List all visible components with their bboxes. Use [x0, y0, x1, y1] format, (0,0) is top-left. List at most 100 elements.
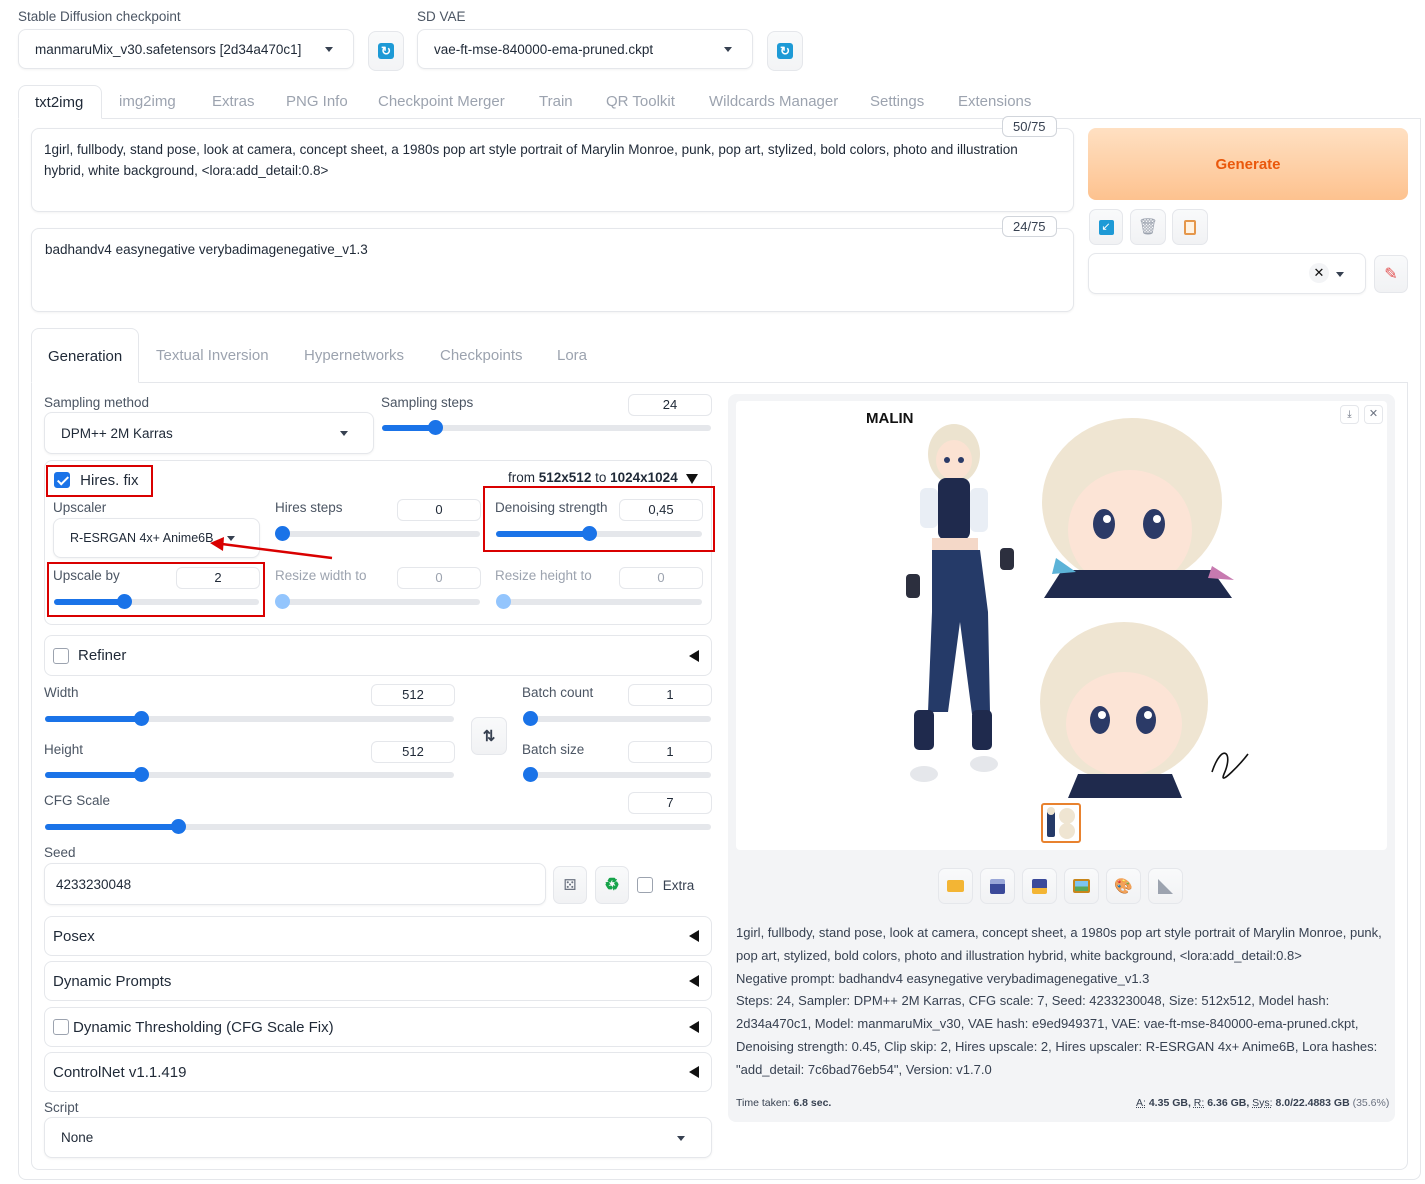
- dynamic-prompts-label: Dynamic Prompts: [53, 972, 172, 990]
- tab-extensions[interactable]: Extensions: [958, 93, 1031, 110]
- hires-steps-label: Hires steps: [275, 500, 343, 515]
- dynamic-prompts-accordion[interactable]: Dynamic Prompts: [44, 961, 712, 1001]
- cfg-scale-slider[interactable]: [45, 819, 711, 834]
- height-slider[interactable]: [45, 767, 454, 782]
- resize-width-input[interactable]: 0: [397, 567, 481, 589]
- read-params-button[interactable]: ↙: [1089, 209, 1123, 245]
- slider-thumb[interactable]: [427, 420, 443, 435]
- resize-width-slider[interactable]: [275, 594, 480, 609]
- reuse-seed-button[interactable]: ♻: [595, 866, 629, 904]
- hires-steps-input[interactable]: 0: [397, 499, 481, 521]
- palette-icon: 🎨: [1114, 878, 1133, 895]
- resize-width-label: Resize width to: [275, 568, 367, 583]
- batch-size-input[interactable]: 1: [628, 741, 712, 763]
- styles-dropdown[interactable]: ✕: [1088, 253, 1366, 294]
- checkpoint-label: Stable Diffusion checkpoint: [18, 9, 181, 24]
- cfg-scale-label: CFG Scale: [44, 793, 111, 808]
- sampling-method-dropdown[interactable]: DPM++ 2M Karras: [44, 412, 374, 454]
- slider-thumb[interactable]: [523, 767, 538, 782]
- seed-label: Seed: [44, 845, 76, 860]
- seed-value: 4233230048: [56, 876, 132, 892]
- random-seed-button[interactable]: ⚄: [553, 866, 587, 904]
- batch-count-slider[interactable]: [523, 711, 711, 726]
- subtab-lora[interactable]: Lora: [557, 347, 587, 364]
- tab-img2img[interactable]: img2img: [119, 93, 176, 110]
- slider-thumb[interactable]: [496, 594, 511, 609]
- time-taken-label: Time taken:: [736, 1097, 791, 1109]
- sampling-steps-input[interactable]: 24: [628, 394, 712, 416]
- tab-png-info[interactable]: PNG Info: [286, 93, 348, 110]
- width-input[interactable]: 512: [371, 684, 455, 706]
- seed-input[interactable]: 4233230048: [44, 863, 546, 905]
- extra-seed-checkbox[interactable]: Extra: [637, 877, 694, 894]
- zip-button[interactable]: [1022, 868, 1057, 904]
- subtab-checkpoints[interactable]: Checkpoints: [440, 347, 523, 364]
- edit-styles-button[interactable]: ✎: [1374, 255, 1408, 293]
- posex-accordion[interactable]: Posex: [44, 916, 712, 956]
- close-icon[interactable]: ✕: [1364, 405, 1383, 424]
- script-label: Script: [44, 1100, 79, 1115]
- chevron-down-icon: [1336, 271, 1344, 277]
- batch-size-label: Batch size: [522, 742, 585, 757]
- dynamic-thresholding-accordion[interactable]: Dynamic Thresholding (CFG Scale Fix): [44, 1007, 712, 1047]
- dynamic-thresholding-checkbox[interactable]: [53, 1019, 69, 1035]
- clear-prompt-button[interactable]: 🗑: [1130, 209, 1166, 245]
- expand-triangle-icon: [689, 1021, 699, 1033]
- cfg-scale-input[interactable]: 7: [628, 792, 712, 814]
- tab-txt2img[interactable]: txt2img: [18, 85, 102, 119]
- slider-thumb[interactable]: [275, 594, 290, 609]
- subtab-hypernetworks[interactable]: Hypernetworks: [304, 347, 404, 364]
- resize-height-slider[interactable]: [496, 594, 702, 609]
- height-input[interactable]: 512: [371, 741, 455, 763]
- arrow-diagonal-icon: ↙: [1098, 219, 1114, 235]
- clear-icon[interactable]: ✕: [1309, 263, 1329, 283]
- width-slider[interactable]: [45, 711, 454, 726]
- send-to-extras-button[interactable]: [1148, 868, 1183, 904]
- generate-button[interactable]: Generate: [1088, 128, 1408, 200]
- tab-wildcards-manager[interactable]: Wildcards Manager: [709, 93, 838, 110]
- tab-settings[interactable]: Settings: [870, 93, 924, 110]
- subtab-textual-inversion[interactable]: Textual Inversion: [156, 347, 269, 364]
- tab-checkpoint-merger[interactable]: Checkpoint Merger: [378, 93, 505, 110]
- prompt-textarea[interactable]: 1girl, fullbody, stand pose, look at cam…: [31, 128, 1074, 212]
- tab-qr-toolkit[interactable]: QR Toolkit: [606, 93, 675, 110]
- memory-sys-value: 8.0/22.4883 GB: [1275, 1097, 1350, 1109]
- chevron-down-icon: [724, 47, 732, 52]
- refiner-checkbox[interactable]: [53, 647, 69, 664]
- collapse-triangle-icon[interactable]: [686, 474, 698, 484]
- swap-dimensions-button[interactable]: ⇅: [471, 717, 507, 755]
- controlnet-accordion[interactable]: ControlNet v1.1.419: [44, 1052, 712, 1092]
- batch-size-slider[interactable]: [523, 767, 711, 782]
- download-icon[interactable]: ⤓: [1340, 405, 1359, 424]
- save-button[interactable]: [980, 868, 1015, 904]
- refresh-checkpoint-button[interactable]: ↻: [368, 31, 404, 71]
- gallery-thumbnail[interactable]: [1041, 803, 1081, 843]
- sampling-steps-slider[interactable]: [382, 420, 711, 435]
- vae-dropdown[interactable]: vae-ft-mse-840000-ema-pruned.ckpt: [417, 29, 753, 69]
- dice-icon: ⚄: [563, 877, 577, 894]
- upscaler-value: R-ESRGAN 4x+ Anime6B: [70, 531, 214, 545]
- batch-count-input[interactable]: 1: [628, 684, 712, 706]
- tab-extras[interactable]: Extras: [212, 93, 255, 110]
- refiner-accordion[interactable]: Refiner: [44, 635, 712, 676]
- checkbox-icon[interactable]: [637, 877, 653, 894]
- send-to-img2img-button[interactable]: [1064, 868, 1099, 904]
- generated-image[interactable]: MALIN: [862, 402, 1258, 798]
- subtab-generation[interactable]: Generation: [31, 328, 139, 383]
- dynamic-thresholding-label: Dynamic Thresholding (CFG Scale Fix): [73, 1018, 334, 1036]
- open-folder-button[interactable]: [938, 868, 973, 904]
- tab-txt2img-label: txt2img: [35, 94, 84, 111]
- checkpoint-dropdown[interactable]: manmaruMix_v30.safetensors [2d34a470c1]: [18, 29, 354, 69]
- refresh-vae-button[interactable]: ↻: [767, 31, 803, 71]
- resize-height-input[interactable]: 0: [619, 567, 703, 589]
- styles-button[interactable]: [1172, 209, 1208, 245]
- hires-size-info: from 512x512 to 1024x1024: [508, 470, 678, 485]
- send-to-inpaint-button[interactable]: 🎨: [1106, 868, 1141, 904]
- slider-thumb[interactable]: [523, 711, 538, 726]
- annotation-box-denoising: [483, 486, 715, 552]
- info-parameters: Steps: 24, Sampler: DPM++ 2M Karras, CFG…: [736, 993, 1378, 1077]
- script-dropdown[interactable]: None: [44, 1117, 712, 1158]
- negative-prompt-textarea[interactable]: badhandv4 easynegative verybadimagenegat…: [31, 228, 1074, 312]
- tab-train[interactable]: Train: [539, 93, 573, 110]
- upscaler-label: Upscaler: [53, 500, 107, 515]
